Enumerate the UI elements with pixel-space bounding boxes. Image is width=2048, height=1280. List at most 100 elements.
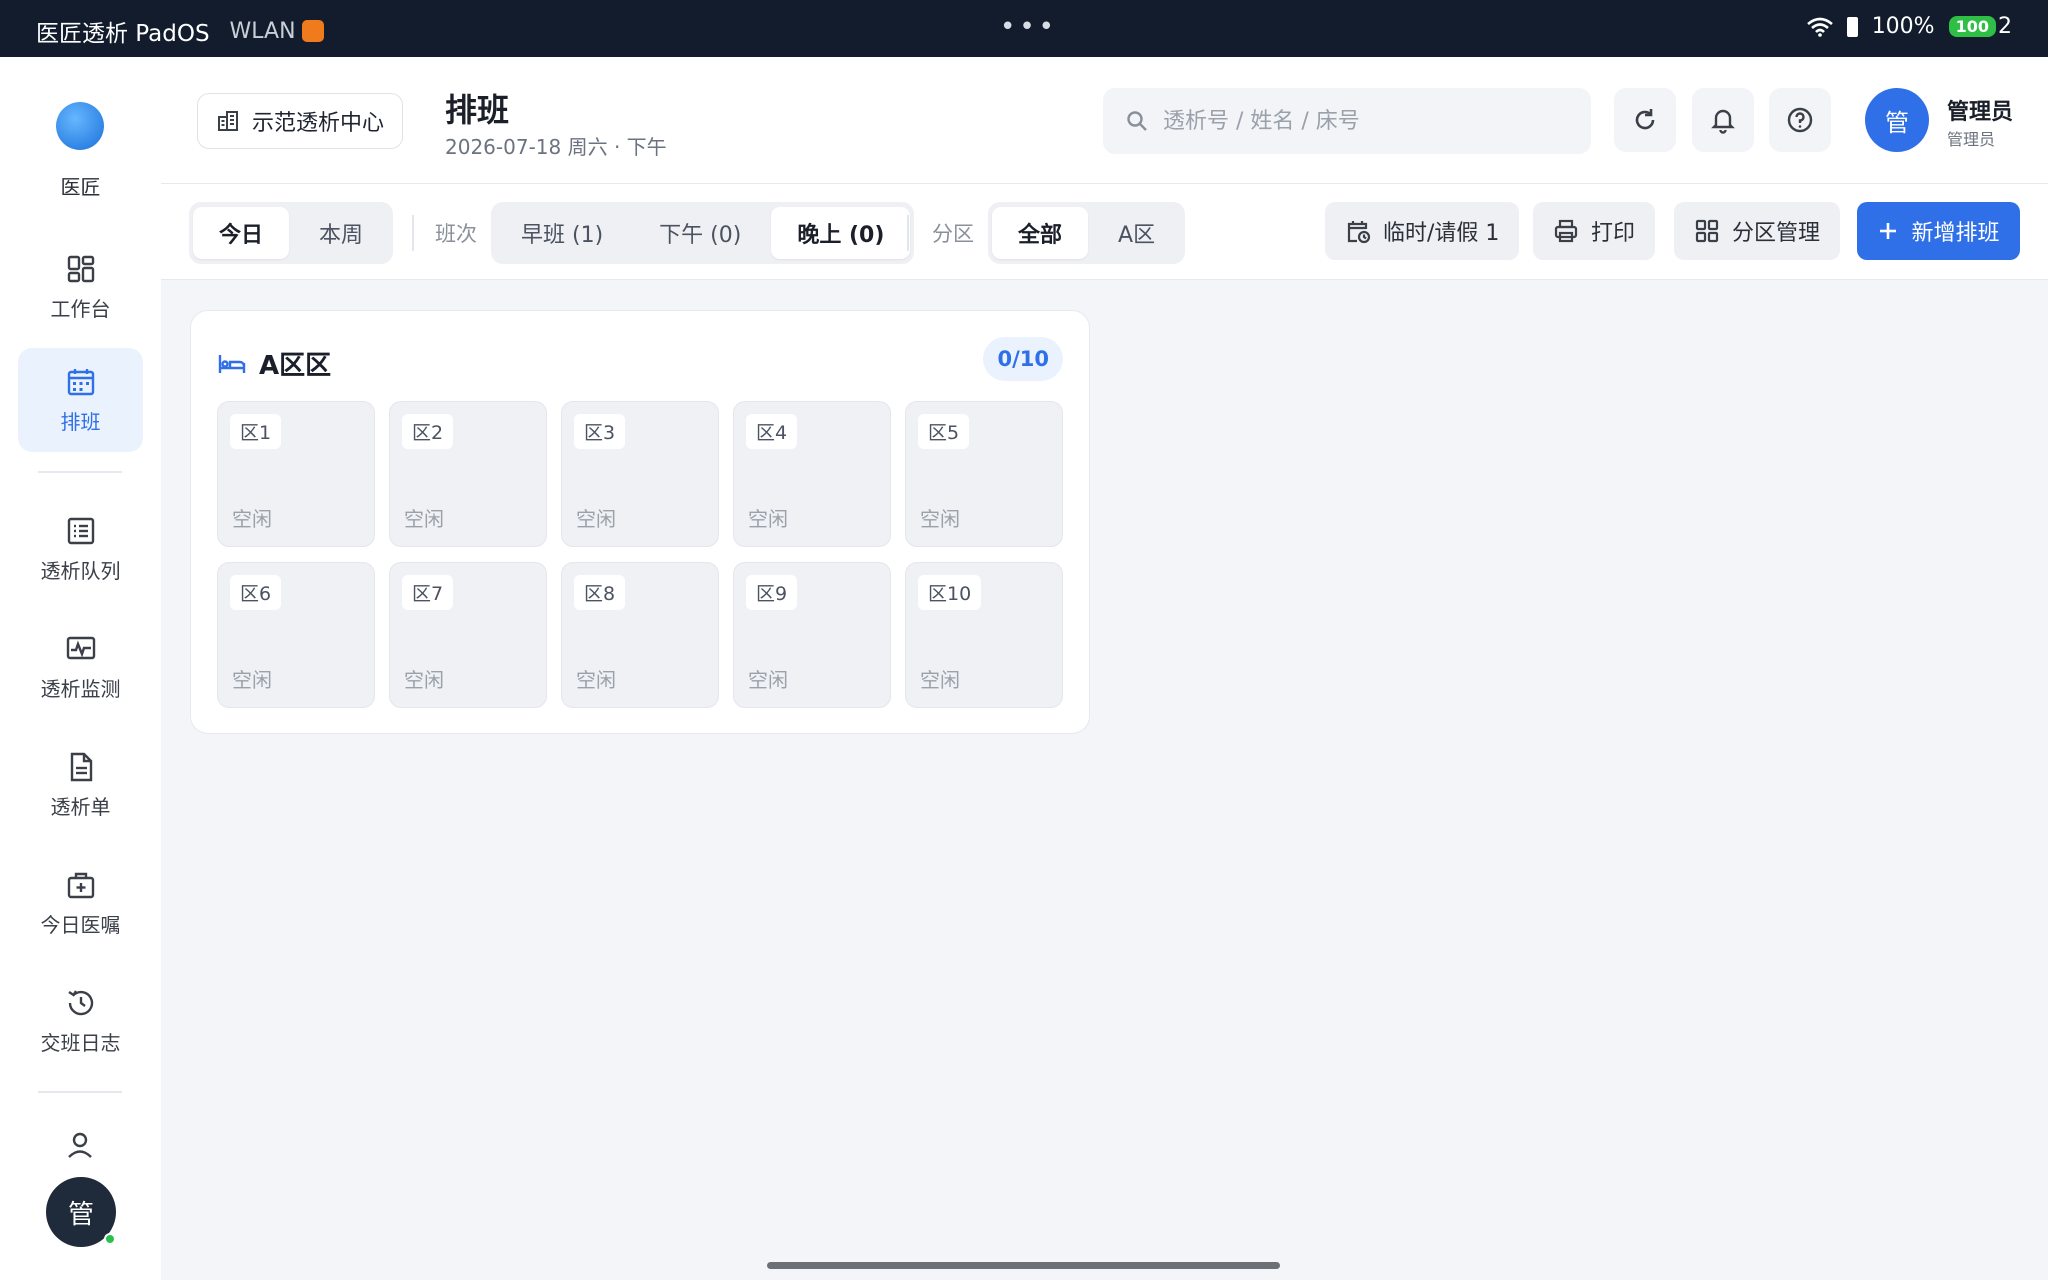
- center-selector-button[interactable]: 示范透析中心: [197, 93, 404, 149]
- sidebar-item-label: 透析单: [50, 794, 111, 819]
- wlan-label: WLAN: [229, 18, 296, 44]
- bed-status: 空闲: [232, 507, 272, 531]
- sidebar-item-label: 透析监测: [40, 676, 121, 701]
- status-trail: 2: [1998, 14, 2012, 39]
- tab-zone-all[interactable]: 全部: [992, 207, 1089, 259]
- bed-card[interactable]: 区5 空闲: [905, 401, 1063, 547]
- bed-card[interactable]: 区4 空闲: [733, 401, 891, 547]
- search-icon: [1127, 111, 1147, 131]
- help-button[interactable]: [1769, 88, 1831, 152]
- bed-number: 区6: [230, 575, 282, 610]
- sidebar-item-dialysis-sheet[interactable]: 透析单: [18, 733, 143, 837]
- bed-card[interactable]: 区8 空闲: [561, 562, 719, 708]
- sidebar-item-schedule[interactable]: 排班: [18, 348, 143, 452]
- filter-toolbar: 今日 本周 班次 早班 (1) 下午 (0) 晚上 (0) 分区 全部 A区 临…: [161, 184, 2048, 280]
- calendar-icon: [67, 368, 94, 395]
- zone-title: A区区: [259, 351, 332, 381]
- zone-occupancy-badge: 0/10: [983, 337, 1063, 381]
- toolbar-divider: [907, 215, 909, 251]
- user-avatar[interactable]: 管: [1865, 88, 1929, 152]
- bed-card[interactable]: 区7 空闲: [389, 562, 547, 708]
- document-icon: [70, 752, 92, 781]
- dashboard-icon: [67, 255, 94, 282]
- user-role: 管理员: [1947, 130, 1996, 149]
- toolbar-divider: [412, 215, 414, 251]
- user-initial: 管: [67, 1199, 94, 1230]
- tab-today[interactable]: 今日: [193, 207, 290, 259]
- history-icon: [67, 989, 93, 1015]
- add-schedule-button[interactable]: 新增排班: [1857, 202, 2020, 260]
- sidebar-item-label: 透析队列: [40, 558, 121, 583]
- sidebar-divider: [38, 471, 122, 473]
- tab-zone-a[interactable]: A区: [1092, 207, 1181, 259]
- person-icon[interactable]: [64, 1129, 96, 1161]
- status-left: 医匠透析 PadOS WLAN: [36, 14, 324, 48]
- sidebar-item-workbench[interactable]: 工作台: [18, 235, 143, 339]
- online-indicator: [104, 1233, 116, 1245]
- bed-card[interactable]: 区9 空闲: [733, 562, 891, 708]
- sidebar: 医匠 工作台 排班 透析队列 透析监测 透析单 今日医嘱 交班日志 管: [0, 57, 161, 1280]
- bed-card[interactable]: 区6 空闲: [217, 562, 375, 708]
- zone-management-label: 分区管理: [1732, 221, 1821, 246]
- bed-number: 区4: [746, 414, 798, 449]
- bed-card[interactable]: 区10 空闲: [905, 562, 1063, 708]
- plus-icon: [1880, 223, 1897, 239]
- zone-management-button[interactable]: 分区管理: [1674, 202, 1841, 260]
- refresh-button[interactable]: [1614, 88, 1676, 152]
- home-indicator[interactable]: [767, 1262, 1280, 1269]
- tab-shift-evening[interactable]: 晚上 (0): [771, 207, 911, 259]
- bed-number: 区5: [918, 414, 970, 449]
- shift-label: 班次: [435, 222, 477, 246]
- tab-shift-morning[interactable]: 早班 (1): [495, 207, 629, 259]
- app-name: 医匠透析 PadOS: [36, 21, 210, 47]
- zone-header: A区区: [217, 345, 331, 382]
- refresh-icon: [1635, 109, 1655, 130]
- monitor-icon: [66, 636, 95, 659]
- bed-status: 空闲: [576, 507, 616, 531]
- wifi-icon: [1806, 17, 1833, 37]
- system-status-bar: 医匠透析 PadOS WLAN ••• 100% 100 2: [0, 0, 2048, 57]
- user-name: 管理员: [1947, 100, 2014, 125]
- more-dots[interactable]: •••: [1000, 12, 1058, 42]
- logo-label: 医匠: [60, 175, 101, 199]
- sidebar-item-orders[interactable]: 今日医嘱: [18, 851, 143, 955]
- page-header: 示范透析中心 排班 2026-07-18 周六 · 下午 管 管理员 管理员: [161, 57, 2048, 184]
- center-name: 示范透析中心: [252, 111, 385, 136]
- bed-status: 空闲: [404, 507, 444, 531]
- calendar-clock-icon: [1347, 221, 1371, 244]
- notifications-button[interactable]: [1692, 88, 1754, 152]
- logo-icon[interactable]: [56, 102, 104, 150]
- current-user-avatar[interactable]: 管: [46, 1177, 116, 1247]
- zone-label: 分区: [932, 222, 974, 246]
- search-box[interactable]: [1103, 88, 1591, 154]
- sidebar-item-label: 工作台: [50, 296, 111, 321]
- bed-status: 空闲: [748, 507, 788, 531]
- bed-card[interactable]: 区2 空闲: [389, 401, 547, 547]
- bed-card[interactable]: 区1 空闲: [217, 401, 375, 547]
- print-button[interactable]: 打印: [1533, 202, 1656, 260]
- sidebar-item-monitor[interactable]: 透析监测: [18, 615, 143, 719]
- medical-kit-icon: [67, 872, 94, 898]
- bed-status: 空闲: [232, 668, 272, 692]
- tab-this-week[interactable]: 本周: [293, 207, 389, 259]
- bed-number: 区7: [402, 575, 454, 610]
- bed-number: 区3: [574, 414, 626, 449]
- sidebar-item-handover-log[interactable]: 交班日志: [18, 969, 143, 1073]
- list-icon: [67, 517, 94, 544]
- printer-icon: [1554, 219, 1578, 243]
- search-input[interactable]: [1163, 108, 1563, 134]
- zone-card: A区区 0/10 区1 空闲 区2 空闲 区3 空闲 区4 空闲 区5 空闲 区6 空闲 区…: [190, 310, 1090, 734]
- tab-shift-afternoon[interactable]: 下午 (0): [633, 207, 767, 259]
- print-label: 打印: [1591, 221, 1636, 246]
- bell-icon: [1711, 109, 1735, 134]
- sidebar-item-label: 今日医嘱: [40, 912, 121, 937]
- bed-status: 空闲: [404, 668, 444, 692]
- bed-status: 空闲: [920, 507, 960, 531]
- sidebar-item-queue[interactable]: 透析队列: [18, 497, 143, 601]
- bed-number: 区2: [402, 414, 454, 449]
- bed-grid: 区1 空闲 区2 空闲 区3 空闲 区4 空闲 区5 空闲 区6 空闲 区7 空闲 区8 空闲 …: [217, 401, 1063, 708]
- temporary-leave-button[interactable]: 临时/请假 1: [1325, 202, 1520, 260]
- temporary-leave-label: 临时/请假 1: [1383, 221, 1500, 246]
- sidebar-item-label: 排班: [60, 409, 101, 434]
- bed-card[interactable]: 区3 空闲: [561, 401, 719, 547]
